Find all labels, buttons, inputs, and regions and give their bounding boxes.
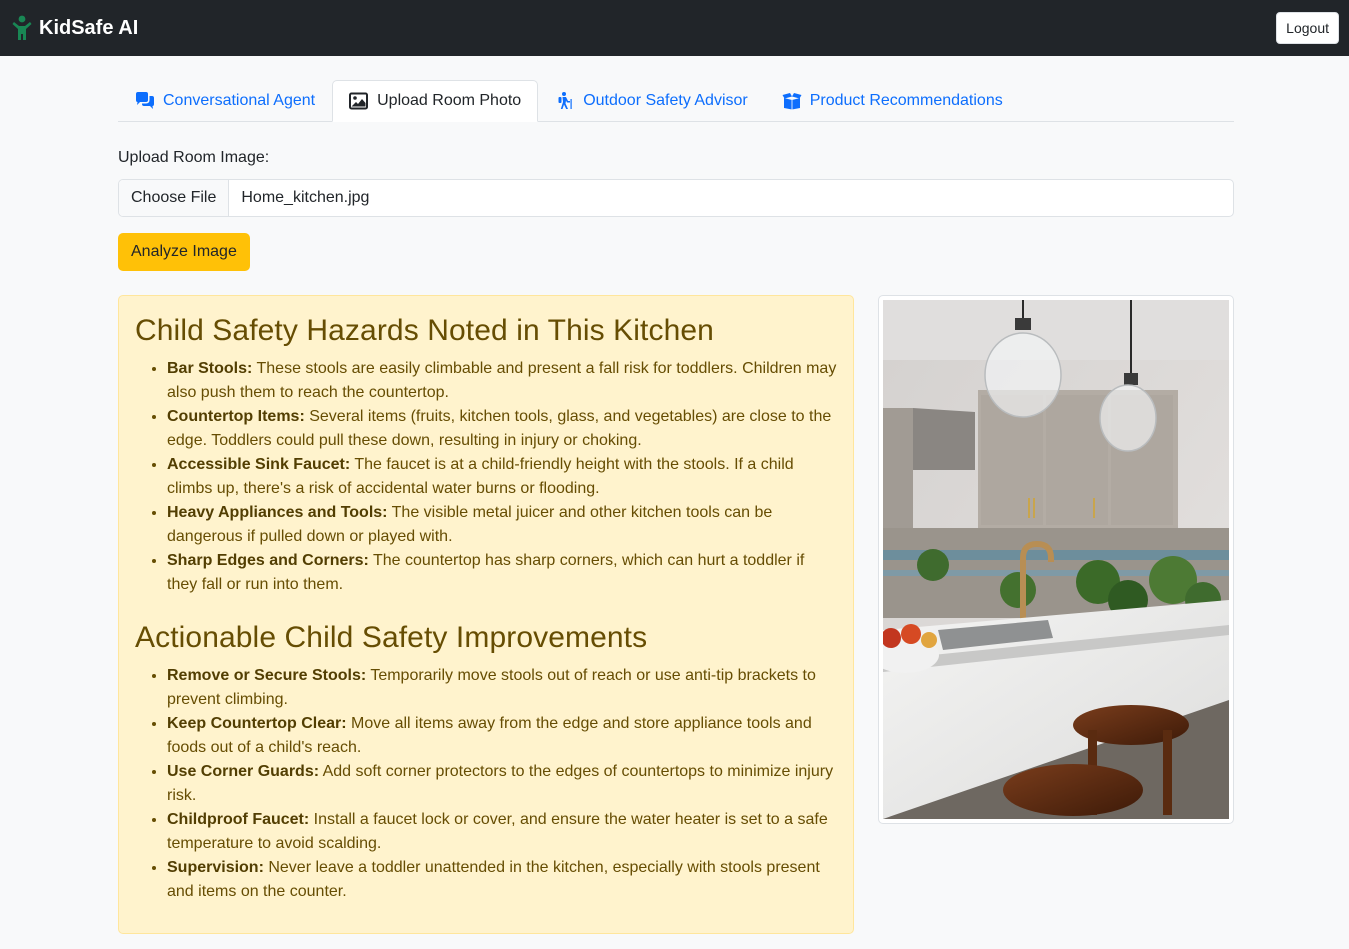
brand[interactable]: KidSafe AI <box>12 15 138 41</box>
improvements-list: Remove or Secure Stools: Temporarily mov… <box>135 664 837 904</box>
improvements-heading: Actionable Child Safety Improvements <box>135 621 648 654</box>
hiking-icon <box>558 92 572 109</box>
item-title: Bar Stools: <box>167 360 253 377</box>
tab-conversational-agent[interactable]: Conversational Agent <box>118 80 332 122</box>
item-title: Heavy Appliances and Tools: <box>167 504 388 521</box>
analysis-results: Child Safety Hazards Noted in This Kitch… <box>118 295 1234 935</box>
hazards-list: Bar Stools: These stools are easily clim… <box>135 357 837 597</box>
kitchen-photo <box>883 300 1229 819</box>
choose-file-button[interactable]: Choose File <box>119 180 230 216</box>
tab-label: Upload Room Photo <box>377 92 522 109</box>
list-item: Sharp Edges and Corners: The countertop … <box>167 549 837 597</box>
tab-product-recommendations[interactable]: Product Recommendations <box>765 80 1020 122</box>
item-title: Supervision: <box>167 859 264 876</box>
comments-icon <box>136 92 154 109</box>
hazards-heading: Child Safety Hazards Noted in This Kitch… <box>135 314 714 347</box>
upload-label: Upload Room Image: <box>118 149 270 166</box>
item-title: Use Corner Guards: <box>167 763 320 780</box>
analyze-image-button[interactable]: Analyze Image <box>118 233 250 271</box>
item-title: Remove or Secure Stools: <box>167 667 367 684</box>
item-text: These stools are easily climbable and pr… <box>167 360 837 401</box>
list-item: Supervision: Never leave a toddler unatt… <box>167 856 837 904</box>
tab-label: Conversational Agent <box>163 92 316 109</box>
item-title: Keep Countertop Clear: <box>167 715 347 732</box>
brand-title: KidSafe AI <box>39 16 139 39</box>
image-icon <box>349 92 369 110</box>
tab-label: Product Recommendations <box>809 92 1003 109</box>
list-item: Countertop Items: Several items (fruits,… <box>167 405 837 453</box>
list-item: Accessible Sink Faucet: The faucet is at… <box>167 453 837 501</box>
list-item: Childproof Faucet: Install a faucet lock… <box>167 808 837 856</box>
selected-file-name: Home_kitchen.jpg <box>241 189 370 206</box>
item-title: Childproof Faucet: <box>167 811 310 828</box>
tab-outdoor-safety-advisor[interactable]: Outdoor Safety Advisor <box>538 80 765 122</box>
list-item: Keep Countertop Clear: Move all items aw… <box>167 712 837 760</box>
main-container: Conversational Agent Upload Room Photo O… <box>118 56 1234 935</box>
tab-upload-room-photo[interactable]: Upload Room Photo <box>332 80 539 122</box>
list-item: Use Corner Guards: Add soft corner prote… <box>167 760 837 808</box>
analysis-alert: Child Safety Hazards Noted in This Kitch… <box>118 295 854 934</box>
list-item: Heavy Appliances and Tools: The visible … <box>167 501 837 549</box>
tab-label: Outdoor Safety Advisor <box>583 92 748 109</box>
item-text: Never leave a toddler unattended in the … <box>167 859 820 900</box>
file-input[interactable]: Choose File Home_kitchen.jpg <box>118 179 1234 217</box>
child-icon <box>12 15 32 40</box>
boxes-icon <box>782 93 802 110</box>
item-title: Sharp Edges and Corners: <box>167 552 369 569</box>
room-photo-thumbnail <box>878 295 1234 824</box>
item-title: Countertop Items: <box>167 408 305 425</box>
list-item: Bar Stools: These stools are easily clim… <box>167 357 837 405</box>
list-item: Remove or Secure Stools: Temporarily mov… <box>167 664 837 712</box>
tab-bar: Conversational Agent Upload Room Photo O… <box>118 80 1234 122</box>
logout-button[interactable]: Logout <box>1276 12 1339 44</box>
item-title: Accessible Sink Faucet: <box>167 456 351 473</box>
navbar: KidSafe AI Logout <box>0 0 1349 56</box>
